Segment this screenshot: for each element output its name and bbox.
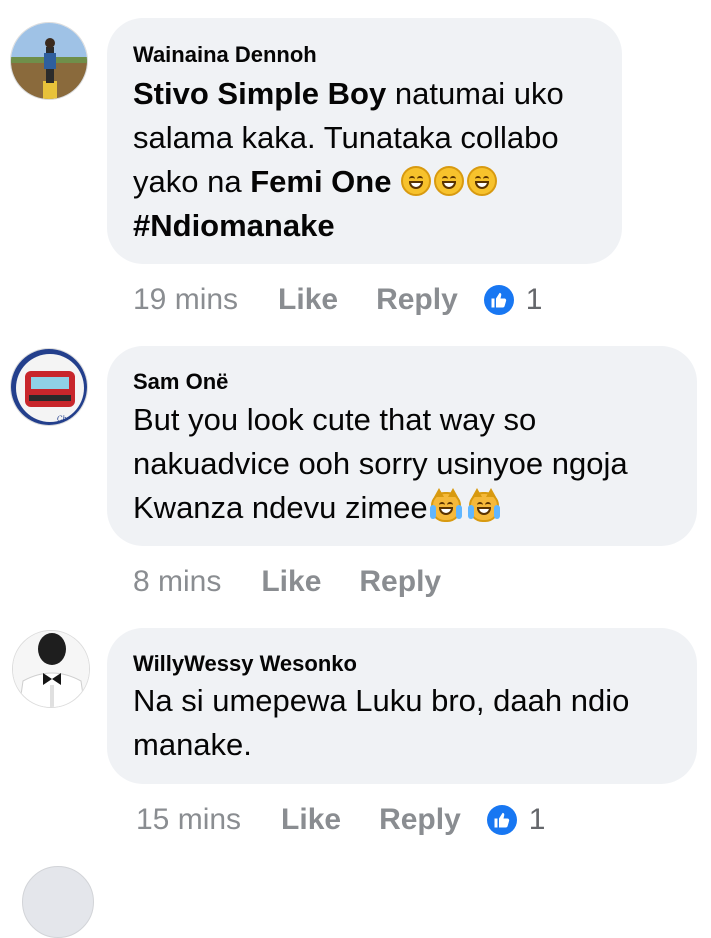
comment-time[interactable]: 15 mins bbox=[136, 803, 241, 837]
reply-button[interactable]: Reply bbox=[379, 803, 461, 837]
reaction-count[interactable]: 1 bbox=[529, 803, 546, 837]
comment-meta: 15 mins Like Reply 1 bbox=[136, 803, 545, 837]
comment-author[interactable]: WillyWessy Wesonko bbox=[133, 651, 357, 677]
hashtag-link[interactable]: #Ndiomanake bbox=[133, 208, 335, 243]
avatar[interactable] bbox=[12, 630, 90, 708]
svg-text:Chats: Chats bbox=[57, 415, 78, 423]
comment-meta: 8 mins Like Reply bbox=[133, 565, 441, 599]
comment-time[interactable]: 8 mins bbox=[133, 565, 221, 599]
grinning-squinting-face-icon bbox=[401, 166, 432, 196]
grinning-squinting-face-icon bbox=[467, 166, 498, 196]
comment-meta: 19 mins Like Reply 1 bbox=[133, 283, 542, 317]
comment-text: But you look cute that way so nakuadvice… bbox=[133, 402, 628, 525]
avatar[interactable] bbox=[10, 22, 88, 100]
avatar[interactable] bbox=[22, 866, 94, 938]
like-button[interactable]: Like bbox=[261, 565, 321, 599]
comment-time[interactable]: 19 mins bbox=[133, 283, 238, 317]
mention-link[interactable]: Femi One bbox=[250, 164, 391, 199]
comment-author[interactable]: Sam Onë bbox=[133, 369, 228, 395]
cat-with-tears-of-joy-icon bbox=[467, 488, 500, 522]
comment-text: Stivo Simple Boy natumai uko salama kaka… bbox=[133, 76, 564, 243]
mention-link[interactable]: Stivo Simple Boy bbox=[133, 76, 386, 111]
grinning-squinting-face-icon bbox=[434, 166, 465, 196]
comment-author[interactable]: Wainaina Dennoh bbox=[133, 42, 317, 68]
reaction-count[interactable]: 1 bbox=[526, 283, 543, 317]
like-reaction-icon[interactable] bbox=[483, 285, 514, 315]
like-button[interactable]: Like bbox=[281, 803, 341, 837]
avatar[interactable]: Chats bbox=[10, 348, 88, 426]
like-reaction-icon[interactable] bbox=[486, 805, 517, 835]
reply-button[interactable]: Reply bbox=[376, 283, 458, 317]
like-button[interactable]: Like bbox=[278, 283, 338, 317]
cat-with-tears-of-joy-icon bbox=[429, 488, 462, 522]
comment-text: Na si umepewa Luku bro, daah ndio manake… bbox=[133, 683, 630, 762]
reply-button[interactable]: Reply bbox=[359, 565, 441, 599]
